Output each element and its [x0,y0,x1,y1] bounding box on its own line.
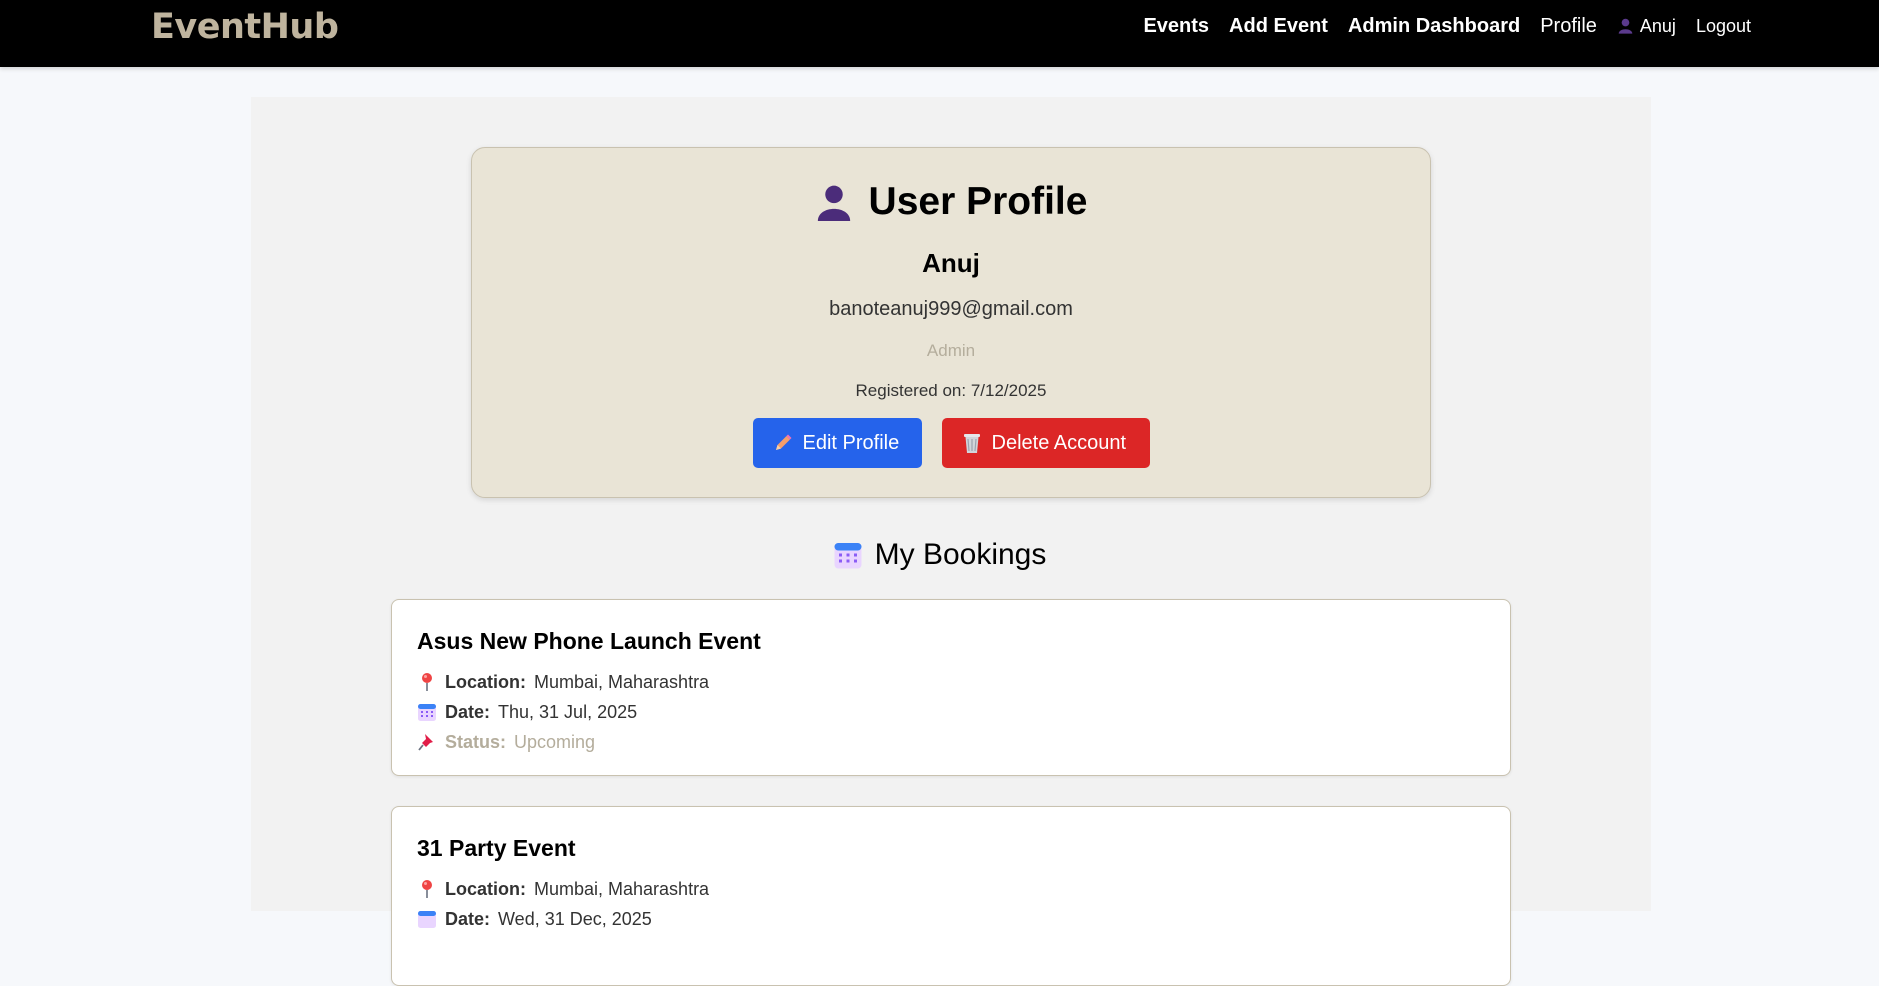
profile-actions: Edit Profile Delete Account [472,418,1430,468]
location-value: Mumbai, Maharashtra [534,671,710,692]
profile-role: Admin [926,341,976,360]
user-icon [1618,18,1633,34]
profile-registered-date: Registered on: 7/12/2025 [855,381,1047,400]
profile-title: User Profile [868,180,1088,223]
edit-profile-button[interactable]: Edit Profile [752,418,922,468]
pushpin-icon [418,734,433,751]
delete-account-button[interactable]: Delete Account [941,418,1150,468]
bookings-heading: My Bookings [0,538,1879,572]
nav-profile-link[interactable]: Profile [1540,0,1597,52]
profile-email: banoteanuj999@gmail.com [829,298,1073,320]
location-label: Location: [445,671,526,692]
nav-user-name: Anuj [1639,15,1676,36]
booking-status: Status: Upcoming [417,727,1485,757]
navbar: EventHub Events Add Event Admin Dashboar… [0,0,1879,67]
location-label: Location: [445,878,526,899]
bookings-title: My Bookings [874,538,1047,571]
delete-account-label: Delete Account [991,431,1127,454]
brand-logo[interactable]: EventHub [151,6,339,48]
booking-location: Location: Mumbai, Maharashtra [417,667,1485,697]
date-label: Date: [445,908,491,929]
user-icon [817,185,850,221]
calendar-icon [834,543,862,569]
status-value: Upcoming [514,731,596,752]
booking-card[interactable]: 31 Party Event Location: Mumbai, Maharas… [391,806,1511,986]
date-label: Date: [445,701,491,722]
location-value: Mumbai, Maharashtra [534,878,710,899]
date-value: Thu, 31 Jul, 2025 [498,701,638,722]
calendar-icon [418,911,436,928]
nav-logout-link[interactable]: Logout [1696,0,1751,52]
booking-title: Asus New Phone Launch Event [417,628,761,654]
nav-add-event-link[interactable]: Add Event [1229,0,1328,52]
profile-card: User Profile Anuj banoteanuj999@gmail.co… [471,147,1431,498]
booking-title: 31 Party Event [417,835,576,861]
status-label: Status: [445,731,507,752]
nav-admin-dashboard-link[interactable]: Admin Dashboard [1348,0,1520,52]
booking-location: Location: Mumbai, Maharashtra [417,874,1485,904]
booking-date: Date: Wed, 31 Dec, 2025 [417,904,1485,934]
wastebasket-icon [963,434,980,453]
round-pushpin-icon [422,880,432,898]
booking-card[interactable]: Asus New Phone Launch Event Location: Mu… [391,599,1511,776]
round-pushpin-icon [422,673,432,691]
nav-events-link[interactable]: Events [1143,0,1209,52]
booking-date: Date: Thu, 31 Jul, 2025 [417,697,1485,727]
nav-user: Anuj [1617,16,1676,37]
pencil-icon [775,434,791,450]
profile-name: Anuj [922,248,980,278]
edit-profile-label: Edit Profile [802,431,900,454]
profile-heading: User Profile [472,180,1430,224]
calendar-icon [418,704,436,721]
nav-links: Events Add Event Admin Dashboard Profile… [1143,0,1751,52]
date-value: Wed, 31 Dec, 2025 [498,908,652,929]
